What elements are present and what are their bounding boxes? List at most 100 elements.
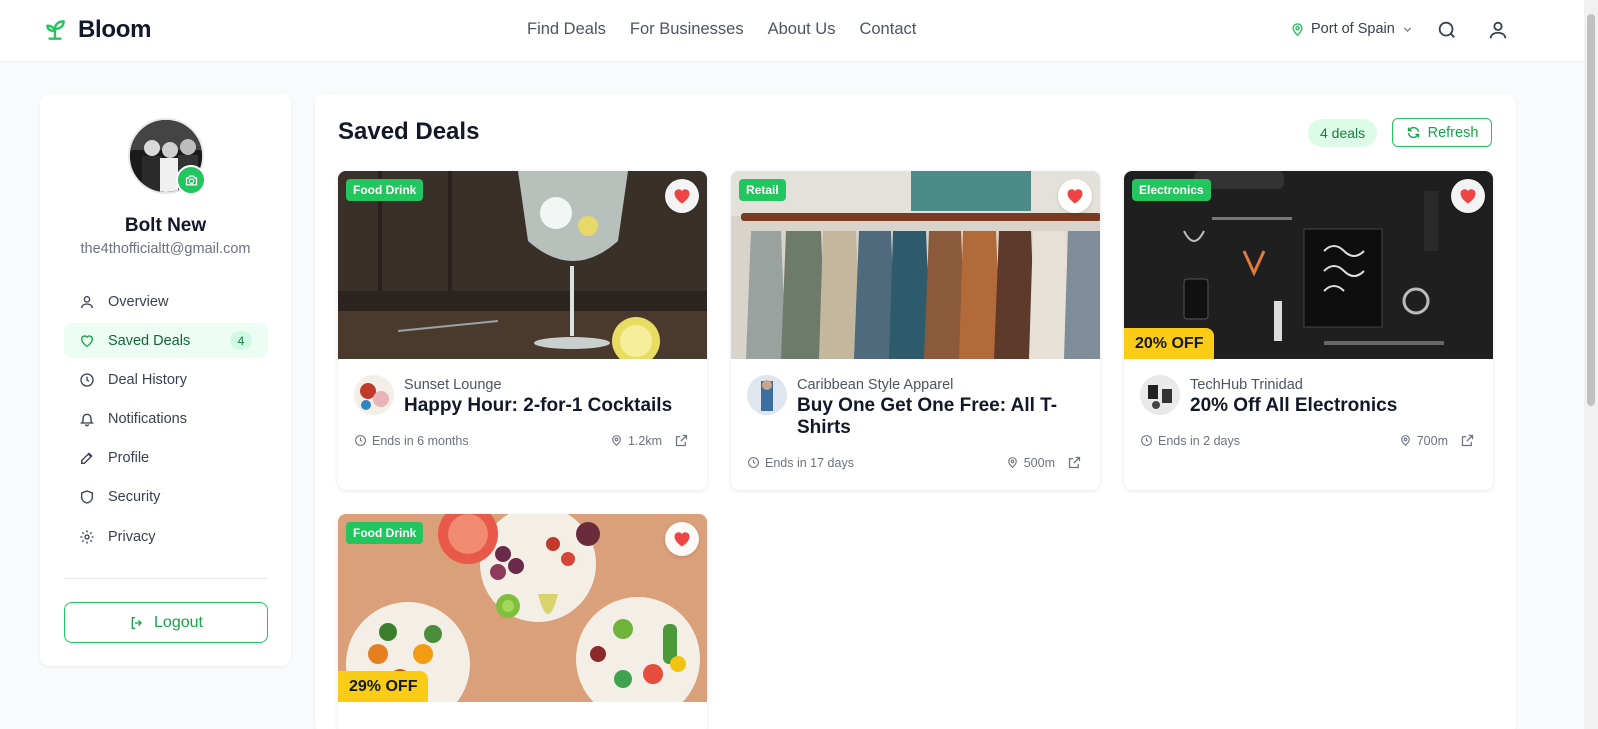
- deal-expiry: Ends in 17 days: [747, 456, 854, 470]
- deal-meta: Ends in 6 months 1.2km: [354, 433, 689, 448]
- top-header: Bloom Find Deals For Businesses About Us…: [0, 0, 1584, 62]
- camera-icon: [185, 175, 197, 185]
- clock-icon: [80, 373, 94, 387]
- clock-icon: [748, 457, 759, 468]
- profile-sidebar: Bolt New the4thofficialtt@gmail.com Over…: [40, 94, 291, 666]
- distance-label: 1.2km: [627, 433, 662, 448]
- business-logo: [1140, 375, 1180, 415]
- deal-card[interactable]: Food Drink 29% OFF: [338, 514, 707, 729]
- brand-logo[interactable]: Bloom: [42, 16, 151, 44]
- open-deal-link[interactable]: [1067, 455, 1082, 470]
- deal-image: Retail: [731, 171, 1100, 359]
- sidebar-item-label: Privacy: [108, 528, 156, 545]
- nav-find-deals[interactable]: Find Deals: [527, 20, 606, 39]
- sidebar-item-security[interactable]: Security: [64, 480, 268, 515]
- map-pin-icon: [612, 435, 621, 447]
- change-photo-button[interactable]: [176, 165, 206, 195]
- main-nav: Find Deals For Businesses About Us Conta…: [527, 20, 916, 39]
- deal-card[interactable]: Food Drink Sunset Lounge Happy Hour: 2-f…: [338, 171, 707, 490]
- distance-label: 700m: [1416, 433, 1448, 448]
- category-tag: Electronics: [1132, 179, 1211, 201]
- location-label: Port of Spain: [1311, 21, 1395, 37]
- sidebar-item-privacy[interactable]: Privacy: [64, 519, 268, 554]
- gear-icon: [80, 529, 94, 544]
- sidebar-item-label: Security: [108, 489, 161, 506]
- sidebar-item-label: Overview: [108, 293, 169, 310]
- deal-title: Buy One Get One Free: All T-Shirts: [797, 395, 1058, 438]
- saved-deals-count-badge: 4: [230, 331, 252, 351]
- open-deal-link[interactable]: [674, 433, 689, 448]
- sidebar-item-notifications[interactable]: Notifications: [64, 402, 268, 437]
- deal-title: 20% Off All Electronics: [1190, 395, 1398, 416]
- discount-badge: 20% OFF: [1124, 328, 1215, 359]
- expiry-label: Ends in 6 months: [372, 433, 469, 448]
- business-name: Caribbean Style Apparel: [797, 377, 954, 393]
- expiry-label: Ends in 2 days: [1158, 433, 1240, 448]
- brand-name: Bloom: [78, 16, 152, 43]
- category-tag: Retail: [739, 179, 786, 201]
- external-link-icon: [1461, 434, 1474, 447]
- heart-icon: [80, 335, 94, 347]
- deal-meta: Ends in 2 days 700m: [1140, 433, 1475, 448]
- business-logo: [354, 375, 394, 415]
- heart-filled-icon: [674, 189, 690, 204]
- nav-about-us[interactable]: About Us: [768, 20, 836, 39]
- sidebar-item-deal-history[interactable]: Deal History: [64, 362, 268, 397]
- deal-distance: 500m: [1006, 456, 1055, 470]
- deal-image: Electronics 20% OFF: [1124, 171, 1493, 359]
- refresh-icon: [1407, 126, 1419, 139]
- business-name: TechHub Trinidad: [1190, 377, 1303, 393]
- external-link-icon: [675, 434, 688, 447]
- deals-count-badge: 4 deals: [1308, 119, 1378, 147]
- refresh-button[interactable]: Refresh: [1392, 118, 1492, 147]
- deal-image: Food Drink: [338, 171, 707, 359]
- scrollbar-thumb[interactable]: [1587, 14, 1595, 406]
- sidebar-menu: Overview Saved Deals 4 Deal History Noti…: [64, 284, 268, 558]
- deal-image: Food Drink 29% OFF: [338, 514, 707, 702]
- sidebar-item-label: Notifications: [108, 411, 187, 428]
- clock-icon: [355, 435, 366, 446]
- bell-icon: [80, 413, 94, 427]
- deal-card[interactable]: Electronics 20% OFF TechHub Trinidad 20%…: [1124, 171, 1493, 490]
- deal-expiry: Ends in 6 months: [354, 434, 469, 448]
- sidebar-item-overview[interactable]: Overview: [64, 284, 268, 319]
- sidebar-item-label: Deal History: [108, 371, 187, 388]
- shield-icon: [81, 490, 93, 505]
- heart-filled-icon: [1067, 189, 1083, 204]
- unsave-heart-button[interactable]: [665, 179, 699, 213]
- deal-distance: 1.2km: [610, 434, 662, 448]
- unsave-heart-button[interactable]: [665, 522, 699, 556]
- nav-for-businesses[interactable]: For Businesses: [630, 20, 744, 39]
- page-title: Saved Deals: [338, 118, 480, 145]
- nav-contact[interactable]: Contact: [859, 20, 916, 39]
- expiry-label: Ends in 17 days: [765, 455, 854, 470]
- unsave-heart-button[interactable]: [1058, 179, 1092, 213]
- category-tag: Food Drink: [346, 179, 424, 201]
- logout-button[interactable]: Logout: [64, 602, 268, 643]
- logout-label: Logout: [154, 613, 203, 631]
- saved-deals-panel: Saved Deals 4 deals Refresh Food Drink S…: [315, 94, 1516, 729]
- discount-badge: 29% OFF: [338, 671, 429, 702]
- unsave-heart-button[interactable]: [1451, 179, 1485, 213]
- deal-card[interactable]: Retail Caribbean Style Apparel Buy One G…: [731, 171, 1100, 490]
- user-account-icon[interactable]: [1487, 19, 1509, 41]
- sidebar-item-label: Profile: [108, 450, 150, 467]
- sidebar-divider: [64, 578, 268, 579]
- user-email: the4thofficialtt@gmail.com: [80, 241, 251, 257]
- logout-icon: [131, 616, 142, 629]
- page-scrollbar[interactable]: [1584, 0, 1598, 729]
- sidebar-item-saved-deals[interactable]: Saved Deals 4: [64, 323, 268, 359]
- search-icon[interactable]: [1436, 19, 1458, 41]
- location-selector[interactable]: Port of Spain: [1290, 21, 1414, 37]
- user-name: Bolt New: [124, 215, 207, 236]
- sidebar-item-label: Saved Deals: [108, 332, 191, 349]
- sidebar-item-profile[interactable]: Profile: [64, 441, 268, 476]
- deal-distance: 700m: [1399, 434, 1448, 448]
- business-name: Sunset Lounge: [404, 377, 502, 393]
- open-deal-link[interactable]: [1460, 433, 1475, 448]
- pencil-icon: [81, 452, 93, 465]
- heart-filled-icon: [674, 532, 690, 547]
- deal-expiry: Ends in 2 days: [1140, 434, 1240, 448]
- business-logo: [747, 375, 787, 415]
- chevron-down-icon: [1403, 26, 1411, 32]
